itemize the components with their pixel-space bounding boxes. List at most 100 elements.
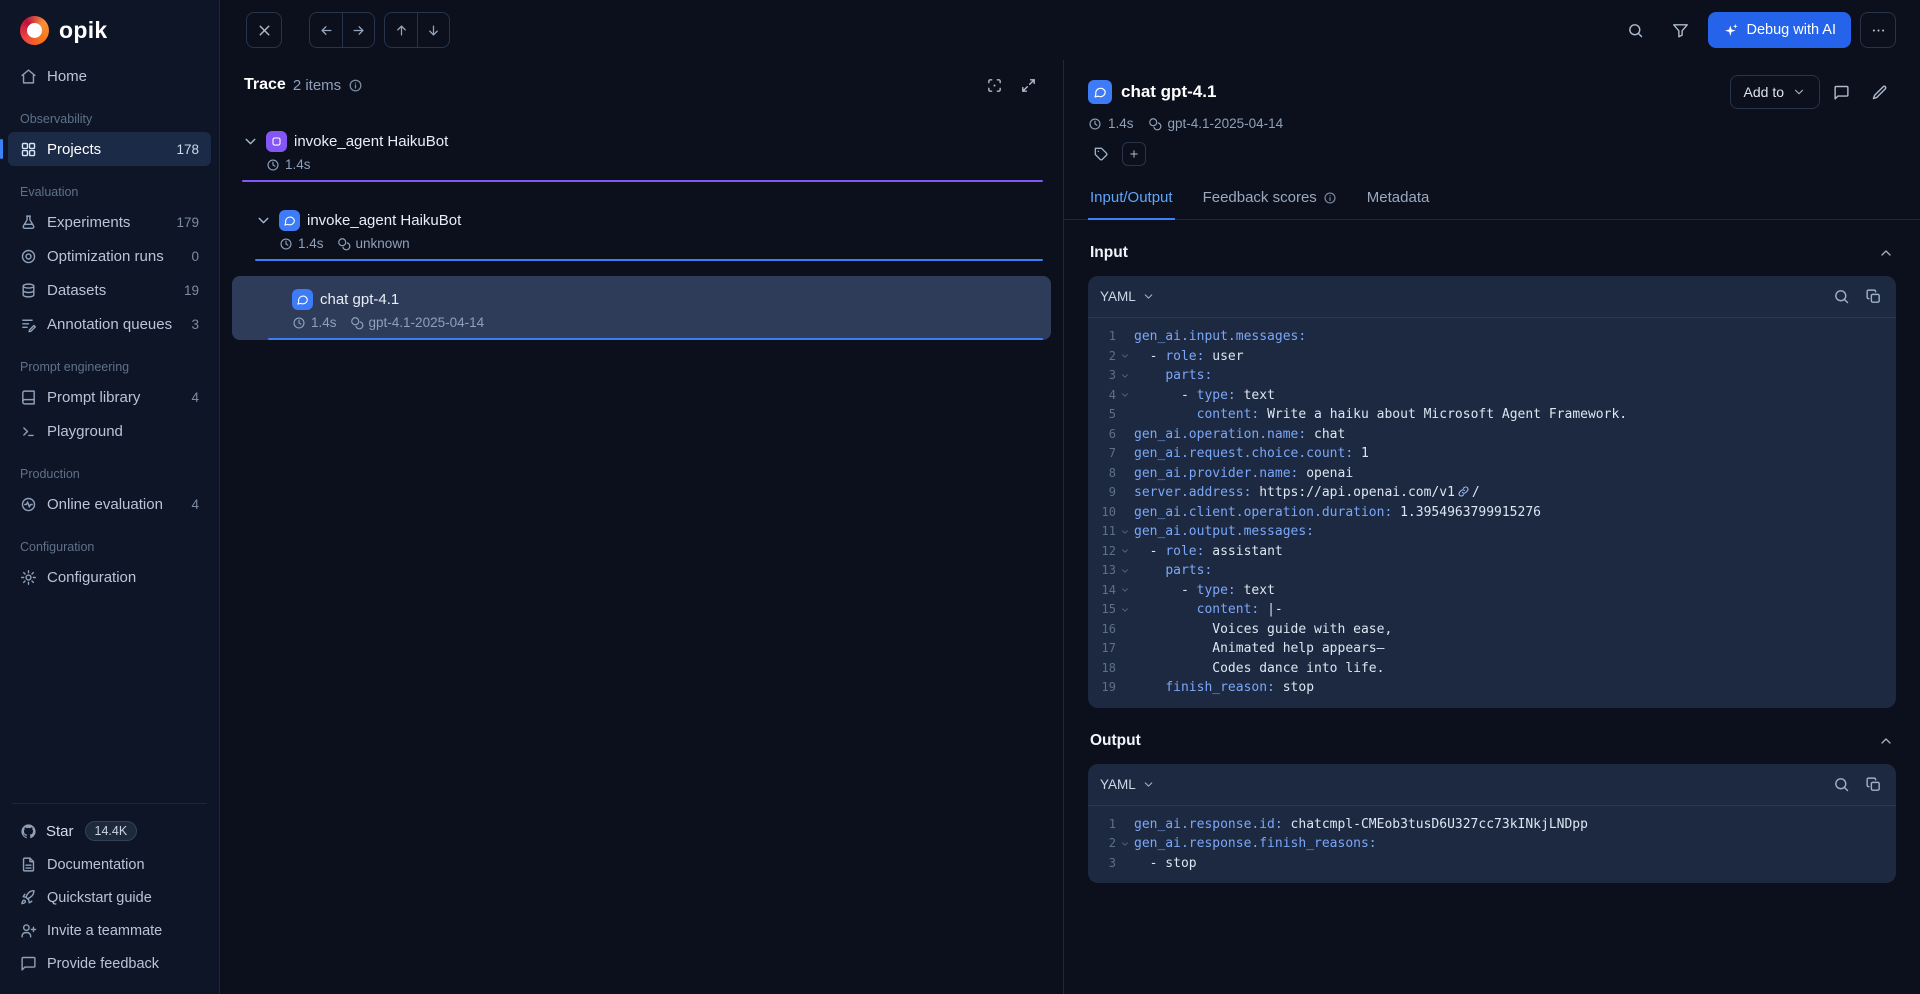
line-number: 2 (1094, 347, 1116, 367)
sidebar-item-playground[interactable]: Playground (8, 414, 211, 448)
format-select[interactable]: YAML (1100, 777, 1155, 792)
expand-tree-button[interactable] (1013, 70, 1043, 100)
code-line: 14 - type: text (1094, 581, 1886, 601)
line-number: 15 (1094, 600, 1116, 620)
playground-icon (20, 423, 37, 440)
section-title: Output (1090, 732, 1141, 750)
trace-row-invoke-agent-haikubot[interactable]: invoke_agent HaikuBot1.4sunknown (232, 197, 1051, 261)
fold-chevron-icon[interactable] (1116, 605, 1134, 615)
format-label: YAML (1100, 289, 1136, 304)
footer-link-invite-a-teammate[interactable]: Invite a teammate (8, 914, 211, 947)
chat-icon (279, 210, 300, 231)
next-span-button[interactable] (417, 13, 449, 47)
github-star-button[interactable]: Star 14.4K (8, 814, 211, 848)
add-to-button[interactable]: Add to (1730, 75, 1820, 109)
previous-trace-button[interactable] (310, 13, 342, 47)
line-number: 6 (1094, 425, 1116, 445)
fold-chevron-icon[interactable] (1116, 351, 1134, 361)
line-number: 4 (1094, 386, 1116, 406)
sparkles-icon (1723, 22, 1739, 38)
opik-logo-icon (20, 16, 49, 45)
output-section-toggle[interactable]: Output (1088, 708, 1896, 764)
input-code-card: YAML1gen_ai.input.messages:2 - role: use… (1088, 276, 1896, 708)
copy-icon (1865, 776, 1882, 793)
sidebar-item-optimization-runs[interactable]: Optimization runs0 (8, 239, 211, 273)
sidebar-item-count: 4 (191, 497, 199, 512)
fold-chevron-icon[interactable] (1116, 839, 1134, 849)
link-icon[interactable] (1457, 485, 1470, 498)
tab-label: Feedback scores (1203, 189, 1317, 206)
section-title: Input (1090, 244, 1128, 262)
code-text: server.address: https://api.openai.com/v… (1134, 483, 1480, 503)
documentation-icon (20, 856, 37, 873)
info-icon (348, 78, 363, 93)
code-copy-button[interactable] (1858, 282, 1888, 312)
copy-icon (1865, 288, 1882, 305)
fold-chevron-icon[interactable] (1116, 566, 1134, 576)
sidebar-item-label: Annotation queues (47, 316, 181, 333)
model-icon (337, 237, 351, 251)
sidebar-item-datasets[interactable]: Datasets19 (8, 273, 211, 307)
trace-actions (979, 70, 1043, 100)
fold-chevron-icon[interactable] (1116, 371, 1134, 381)
span-duration: 1.4s (1108, 116, 1134, 131)
edit-button[interactable] (1862, 75, 1896, 109)
filter-button[interactable] (1663, 12, 1699, 48)
input-section-toggle[interactable]: Input (1088, 220, 1896, 276)
fold-chevron-icon[interactable] (1116, 546, 1134, 556)
trace-row-chat-gpt-4-1[interactable]: chat gpt-4.11.4sgpt-4.1-2025-04-14 (232, 276, 1051, 340)
code-line: 15 content: |- (1094, 600, 1886, 620)
tab-input-output[interactable]: Input/Output (1088, 179, 1175, 220)
chevron-down-icon[interactable] (255, 212, 272, 229)
chevron-down-icon[interactable] (242, 133, 259, 150)
previous-span-button[interactable] (385, 13, 417, 47)
sidebar-item-home[interactable]: Home (8, 59, 211, 93)
home-icon (20, 68, 37, 85)
code-search-button[interactable] (1826, 769, 1856, 799)
footer-link-documentation[interactable]: Documentation (8, 848, 211, 881)
code-text: gen_ai.response.id: chatcmpl-CMEob3tusD6… (1134, 815, 1588, 835)
sidebar-item-online-evaluation[interactable]: Online evaluation4 (8, 487, 211, 521)
logo-text: opik (59, 17, 107, 44)
code-actions (1826, 769, 1888, 799)
close-button[interactable] (246, 12, 282, 48)
sidebar-section-label: Evaluation (8, 166, 211, 205)
focus-selected-span-button[interactable] (979, 70, 1009, 100)
code-line: 18 Codes dance into life. (1094, 659, 1886, 679)
footer-link-provide-feedback[interactable]: Provide feedback (8, 947, 211, 980)
add-tag-button[interactable] (1122, 142, 1146, 166)
format-select[interactable]: YAML (1100, 289, 1155, 304)
opik-logo[interactable]: opik (0, 0, 219, 57)
fold-chevron-icon[interactable] (1116, 390, 1134, 400)
sidebar-item-label: Prompt library (47, 389, 181, 406)
debug-with-ai-button[interactable]: Debug with AI (1708, 12, 1851, 48)
footer-link-label: Quickstart guide (47, 890, 199, 906)
sidebar-item-experiments[interactable]: Experiments179 (8, 205, 211, 239)
fold-chevron-icon[interactable] (1116, 585, 1134, 595)
line-number: 11 (1094, 522, 1116, 542)
next-trace-button[interactable] (342, 13, 374, 47)
more-options-button[interactable] (1860, 12, 1896, 48)
sidebar-item-configuration[interactable]: Configuration (8, 560, 211, 594)
sidebar-item-label: Experiments (47, 214, 166, 231)
tags-button[interactable] (1088, 141, 1114, 167)
tab-metadata[interactable]: Metadata (1365, 179, 1432, 220)
detail-actions: Add to (1730, 75, 1896, 109)
code-text: Voices guide with ease, (1134, 620, 1392, 640)
fold-chevron-icon[interactable] (1116, 527, 1134, 537)
code-text: gen_ai.response.finish_reasons: (1134, 834, 1377, 854)
sidebar-item-prompt-library[interactable]: Prompt library4 (8, 380, 211, 414)
tab-feedback-scores[interactable]: Feedback scores (1201, 179, 1339, 220)
code-search-button[interactable] (1826, 282, 1856, 312)
code-copy-button[interactable] (1858, 769, 1888, 799)
trace-row-invoke-agent-haikubot[interactable]: invoke_agent HaikuBot1.4s (232, 118, 1051, 182)
comment-button[interactable] (1824, 75, 1858, 109)
output-code-card: YAML 1gen_ai.response.id: chatcmpl-CMEob3… (1088, 764, 1896, 884)
footer-link-quickstart-guide[interactable]: Quickstart guide (8, 881, 211, 914)
sidebar-item-annotation-queues[interactable]: Annotation queues3 (8, 307, 211, 341)
span-duration: 1.4s (285, 157, 311, 172)
sidebar-item-projects[interactable]: Projects178 (8, 132, 211, 166)
search-icon (1833, 776, 1850, 793)
search-button[interactable] (1618, 12, 1654, 48)
code-body: 1gen_ai.response.id: chatcmpl-CMEob3tusD… (1088, 806, 1896, 884)
